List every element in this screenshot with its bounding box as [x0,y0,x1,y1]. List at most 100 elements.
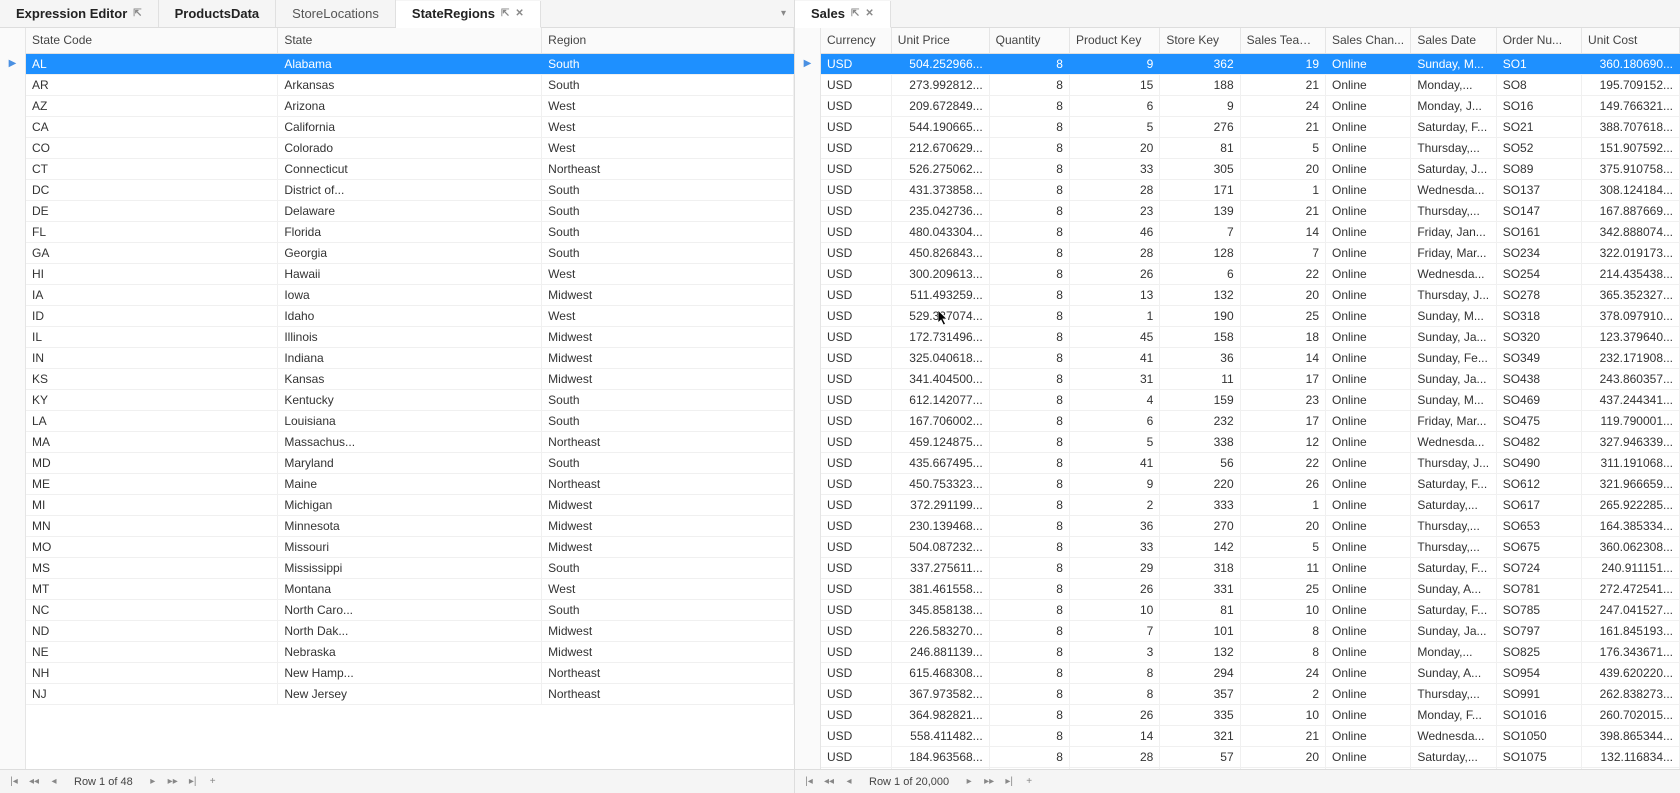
cell[interactable]: Online [1326,305,1411,326]
nav-next-page-button[interactable]: ▸▸ [165,776,181,787]
cell[interactable]: 8 [989,53,1069,74]
table-row[interactable]: NCNorth Caro...South [26,599,794,620]
cell[interactable]: Thursday,... [1411,683,1496,704]
cell[interactable]: 26 [1069,704,1159,725]
cell[interactable]: 8 [989,725,1069,746]
cell[interactable]: Montana [278,578,542,599]
cell[interactable]: 20 [1240,284,1325,305]
cell[interactable]: Georgia [278,242,542,263]
cell[interactable]: 36 [1160,347,1240,368]
cell[interactable]: 5 [1240,767,1325,769]
table-row[interactable]: USD558.411482...81432121OnlineWednesda..… [821,725,1680,746]
cell[interactable]: 31 [1069,368,1159,389]
cell[interactable]: 308.124184... [1582,179,1680,200]
cell[interactable]: 240.911151... [1582,557,1680,578]
cell[interactable]: 151.907592... [1582,137,1680,158]
cell[interactable]: 337.275611... [891,557,989,578]
cell[interactable]: Online [1326,410,1411,431]
cell[interactable]: 220 [1160,473,1240,494]
table-row[interactable]: USD504.087232...8331425OnlineThursday,..… [821,536,1680,557]
cell[interactable]: 311.191068... [1582,452,1680,473]
cell[interactable]: Online [1326,704,1411,725]
cell[interactable]: 272.472541... [1582,578,1680,599]
cell[interactable]: 4 [1069,389,1159,410]
cell[interactable]: SO490 [1496,452,1581,473]
cell[interactable]: 214.435438... [1582,263,1680,284]
table-row[interactable]: MIMichiganMidwest [26,494,794,515]
tab-stateregions[interactable]: StateRegions⇱✕ [396,1,541,28]
cell[interactable]: 230.139468... [891,515,989,536]
cell[interactable]: Online [1326,473,1411,494]
tab-expression-editor[interactable]: Expression Editor⇱ [0,0,159,27]
cell[interactable]: 8 [989,704,1069,725]
pin-icon[interactable]: ⇱ [133,8,141,19]
cell[interactable]: 25 [1240,578,1325,599]
cell[interactable]: AL [26,53,278,74]
table-row[interactable]: DCDistrict of...South [26,179,794,200]
cell[interactable]: SO1 [1496,53,1581,74]
cell[interactable]: Wednesda... [1411,263,1496,284]
cell[interactable]: USD [821,746,891,767]
tab-productsdata[interactable]: ProductsData [159,0,277,27]
cell[interactable]: Online [1326,620,1411,641]
cell[interactable]: KY [26,389,278,410]
cell[interactable]: Northeast [542,431,794,452]
cell[interactable]: Kansas [278,368,542,389]
cell[interactable]: 8 [989,578,1069,599]
cell[interactable]: 20 [1240,746,1325,767]
cell[interactable]: 345.858138... [891,599,989,620]
cell[interactable]: SO52 [1496,137,1581,158]
cell[interactable]: 8 [989,389,1069,410]
table-row[interactable]: USD480.043304...846714OnlineFriday, Jan.… [821,221,1680,242]
cell[interactable]: Online [1326,578,1411,599]
cell[interactable]: 8 [989,74,1069,95]
cell[interactable]: SO1150 [1496,767,1581,769]
cell[interactable]: 41 [1069,452,1159,473]
cell[interactable]: 45 [1069,326,1159,347]
cell[interactable]: Midwest [542,641,794,662]
close-icon[interactable]: ✕ [515,8,523,19]
column-header[interactable]: Store Key [1160,28,1240,53]
cell[interactable]: NH [26,662,278,683]
cell[interactable]: Online [1326,74,1411,95]
cell[interactable]: 342.888074... [1582,221,1680,242]
cell[interactable]: 11 [1160,368,1240,389]
cell[interactable]: USD [821,767,891,769]
cell[interactable]: South [542,242,794,263]
cell[interactable]: 2 [1240,683,1325,704]
cell[interactable]: MD [26,452,278,473]
cell[interactable]: 56 [1160,452,1240,473]
cell[interactable]: 8 [989,599,1069,620]
cell[interactable]: 398.865344... [1582,725,1680,746]
cell[interactable]: SO147 [1496,200,1581,221]
cell[interactable]: 36 [1069,515,1159,536]
cell[interactable]: 81 [1160,599,1240,620]
cell[interactable]: 209.672849... [891,95,989,116]
cell[interactable]: 101 [1160,620,1240,641]
cell[interactable]: 262.838273... [1582,683,1680,704]
cell[interactable]: Midwest [542,515,794,536]
table-row[interactable]: LALouisianaSouth [26,410,794,431]
table-row[interactable]: MDMarylandSouth [26,452,794,473]
column-header[interactable]: Sales Chan... [1326,28,1411,53]
cell[interactable]: USD [821,53,891,74]
table-row[interactable]: IDIdahoWest [26,305,794,326]
cell[interactable]: 8 [1240,641,1325,662]
cell[interactable]: 365.352327... [1582,284,1680,305]
table-row[interactable]: ILIllinoisMidwest [26,326,794,347]
cell[interactable]: 141 [1160,767,1240,769]
cell[interactable]: Sunday, A... [1411,578,1496,599]
cell[interactable]: 172.731496... [891,326,989,347]
table-row[interactable]: KYKentuckySouth [26,389,794,410]
cell[interactable]: Maryland [278,452,542,473]
cell[interactable]: 13 [1069,284,1159,305]
cell[interactable]: 21 [1240,725,1325,746]
cell[interactable]: 14 [1240,347,1325,368]
cell[interactable]: 8 [989,158,1069,179]
cell[interactable]: Idaho [278,305,542,326]
column-header[interactable]: Currency [821,28,891,53]
cell[interactable]: South [542,389,794,410]
cell[interactable]: 2 [1069,494,1159,515]
cell[interactable]: USD [821,536,891,557]
cell[interactable]: South [542,179,794,200]
